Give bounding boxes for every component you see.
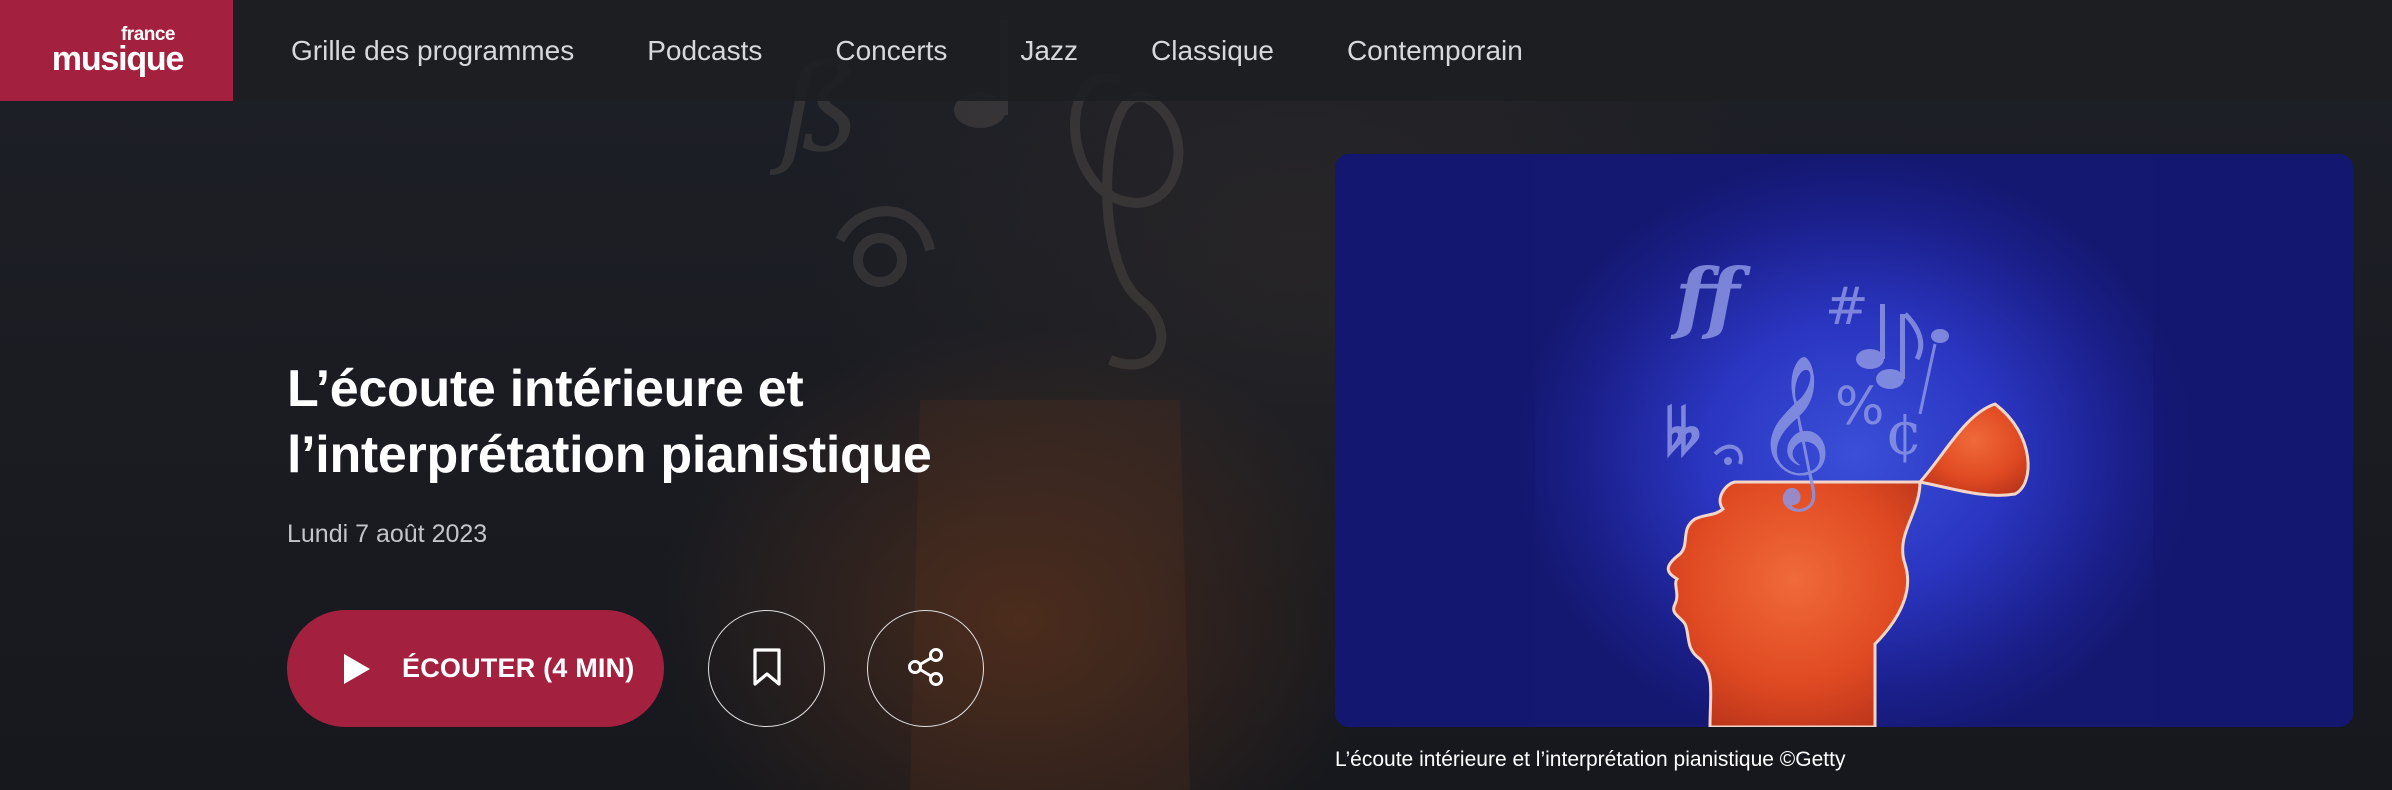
share-icon [906, 647, 946, 690]
nav-link-classique[interactable]: Classique [1151, 35, 1274, 67]
svg-text:¢: ¢ [1885, 399, 1923, 469]
france-musique-logo[interactable]: france musique [0, 0, 233, 101]
nav-link-grille-des-programmes[interactable]: Grille des programmes [291, 35, 574, 67]
nav-link-podcasts[interactable]: Podcasts [647, 35, 762, 67]
episode-illustration: ff 𝄫 𝄞 # % ¢ [1335, 154, 2353, 727]
nav-link-concerts[interactable]: Concerts [835, 35, 947, 67]
bookmark-icon [751, 647, 783, 690]
logo-text-musique: musique [51, 40, 185, 78]
top-navigation-bar: france musique Grille des programmes Pod… [0, 0, 2392, 101]
play-icon [342, 652, 372, 686]
episode-title-line-2: l’interprétation pianistique [287, 426, 932, 484]
svg-text:𝄫: 𝄫 [1665, 399, 1701, 469]
listen-button-label: ÉCOUTER (4 MIN) [402, 653, 635, 683]
episode-date: Lundi 7 août 2023 [287, 520, 488, 548]
svg-text:%: % [1835, 377, 1884, 437]
nav-link-jazz[interactable]: Jazz [1020, 35, 1078, 67]
share-button[interactable] [867, 610, 984, 727]
image-caption: L’écoute intérieure et l’interprétation … [1335, 748, 1846, 771]
svg-text:𝄞: 𝄞 [1755, 353, 1832, 512]
nav-link-contemporain[interactable]: Contemporain [1347, 35, 1523, 67]
svg-text:ff: ff [1670, 252, 1751, 343]
episode-title-line-1: L’écoute intérieure et [287, 360, 804, 418]
svg-text:#: # [1825, 277, 1869, 337]
episode-title: L’écoute intérieure et l’interprétation … [287, 356, 1047, 488]
bookmark-button[interactable] [708, 610, 825, 727]
head-with-music-notes-illustration: ff 𝄫 𝄞 # % ¢ [1335, 154, 2353, 727]
listen-button[interactable]: ÉCOUTER (4 MIN) [287, 610, 664, 727]
main-nav: Grille des programmes Podcasts Concerts … [291, 35, 1596, 67]
